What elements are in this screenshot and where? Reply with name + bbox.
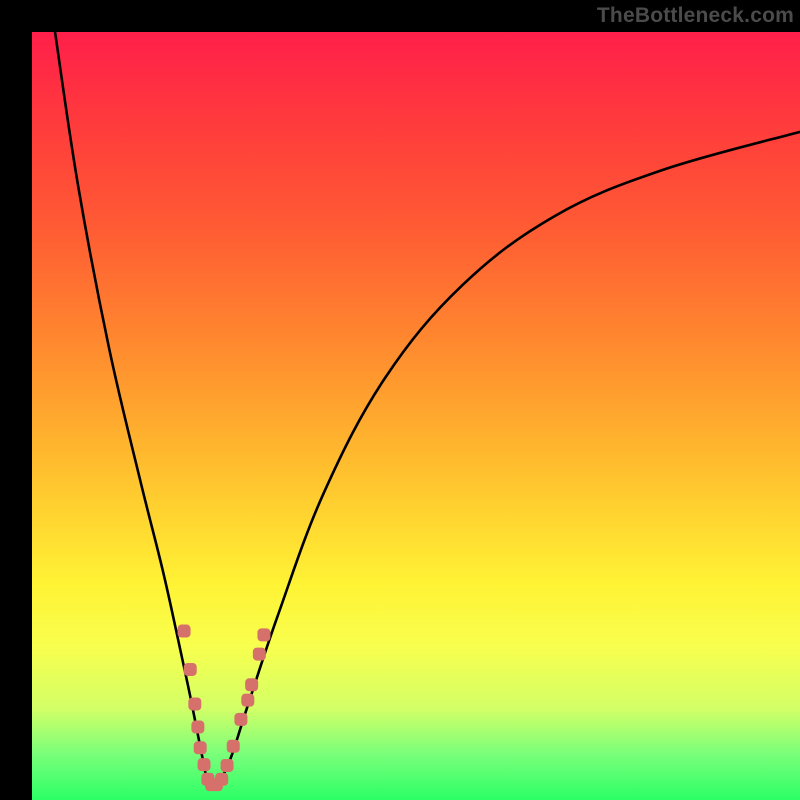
data-marker (253, 648, 266, 661)
plot-area (32, 32, 800, 800)
data-marker (215, 773, 228, 786)
data-marker (234, 713, 247, 726)
data-marker (227, 740, 240, 753)
data-marker (194, 741, 207, 754)
data-marker (191, 721, 204, 734)
data-marker (178, 625, 191, 638)
markers-layer (178, 625, 271, 792)
bottleneck-curve (55, 32, 800, 788)
data-marker (188, 698, 201, 711)
watermark-text: TheBottleneck.com (597, 4, 794, 28)
data-marker (241, 694, 254, 707)
data-marker (257, 628, 270, 641)
data-marker (221, 759, 234, 772)
chart-frame: TheBottleneck.com (0, 0, 800, 800)
data-marker (245, 678, 258, 691)
chart-svg (32, 32, 800, 800)
data-marker (198, 758, 211, 771)
data-marker (184, 663, 197, 676)
curve-layer (55, 32, 800, 788)
